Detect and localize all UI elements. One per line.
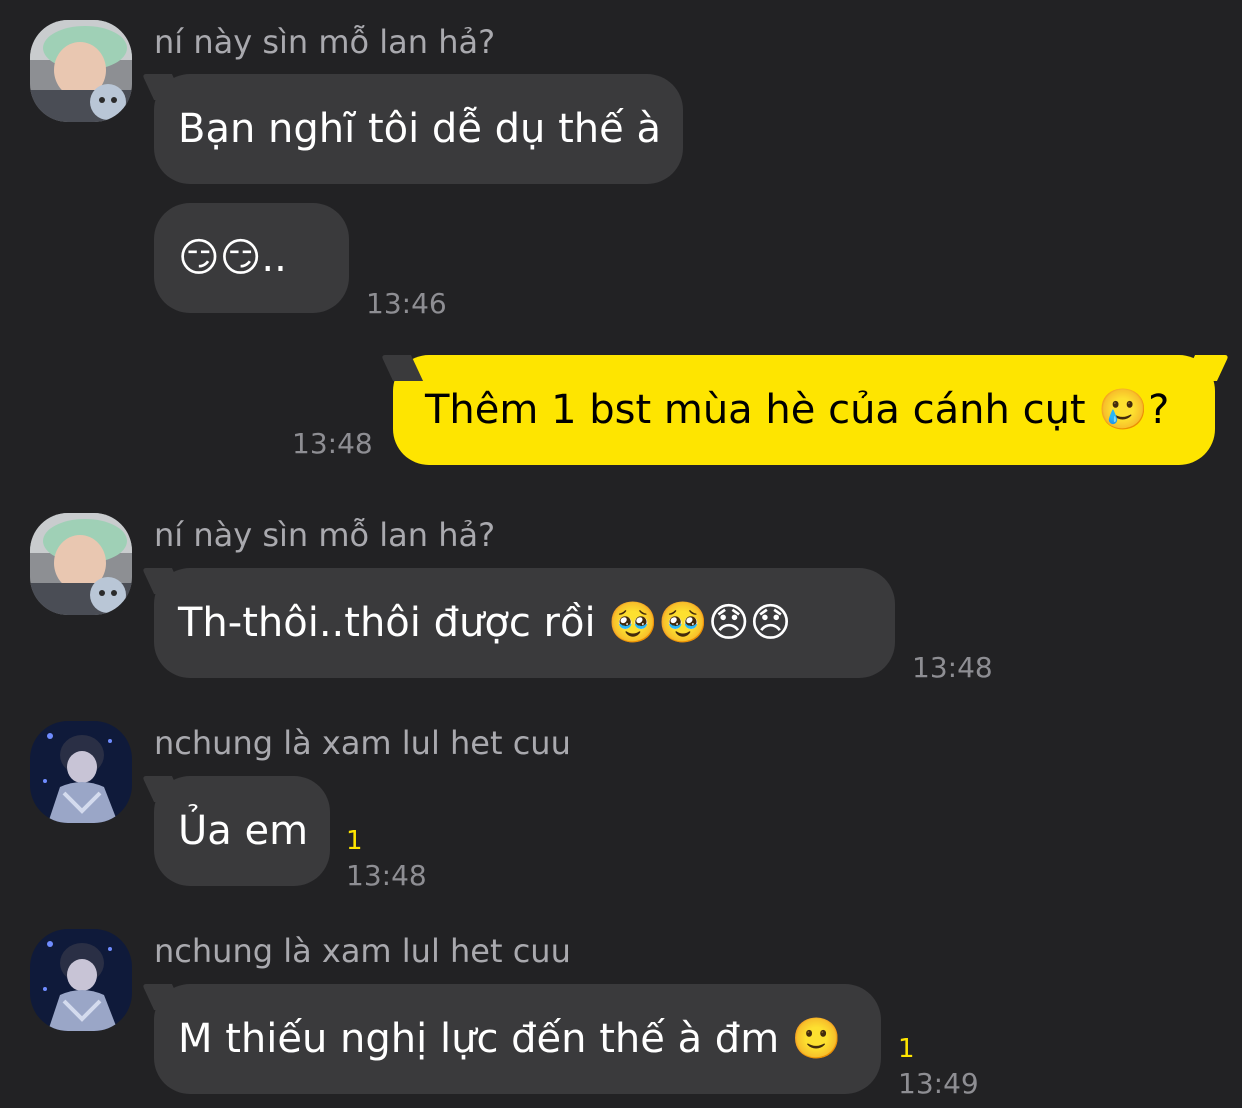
sender-name: ní này sìn mỗ lan hả? [154,23,496,61]
avatar[interactable] [30,721,132,823]
sender-name: nchung là xam lul het cuu [154,724,571,762]
message-text: Bạn nghĩ tôi dễ dụ thế à [178,106,661,152]
message-time: 13:48 [912,651,993,684]
message-time: 13:49 [898,1067,979,1100]
message-text: Thêm 1 bst mùa hè của cánh cụt 🥲? [425,387,1170,433]
avatar[interactable] [30,20,132,122]
message-bubble[interactable]: Th-thôi..thôi được rồi 🥹🥹😞😞 [154,568,895,678]
sender-name: nchung là xam lul het cuu [154,932,571,970]
message-text: Th-thôi..thôi được rồi 🥹🥹😞😞 [178,600,792,646]
message-bubble[interactable]: M thiếu nghị lực đến thế à đm 🙂 [154,984,881,1094]
unread-count: 1 [346,826,363,856]
message-text: M thiếu nghị lực đến thế à đm 🙂 [178,1016,842,1062]
avatar[interactable] [30,929,132,1031]
avatar-photo-1-icon [30,20,132,122]
message-time: 13:46 [366,287,447,320]
my-message-bubble[interactable]: Thêm 1 bst mùa hè của cánh cụt 🥲? [393,355,1215,465]
message-time: 13:48 [346,859,427,892]
message-bubble[interactable]: Ủa em [154,776,330,886]
chat-room[interactable]: ní này sìn mỗ lan hả? Bạn nghĩ tôi dễ dụ… [0,0,1242,1108]
unread-count: 1 [898,1034,915,1064]
message-bubble[interactable]: Bạn nghĩ tôi dễ dụ thế à [154,74,683,184]
avatar-photo-2-icon [30,721,132,823]
message-text: 😏😏.. [178,235,287,281]
message-text: Ủa em [178,808,309,854]
avatar[interactable] [30,513,132,615]
message-bubble[interactable]: 😏😏.. [154,203,349,313]
message-time: 13:48 [292,427,373,460]
sender-name: ní này sìn mỗ lan hả? [154,516,496,554]
avatar-photo-1-icon [30,513,132,615]
avatar-photo-2-icon [30,929,132,1031]
